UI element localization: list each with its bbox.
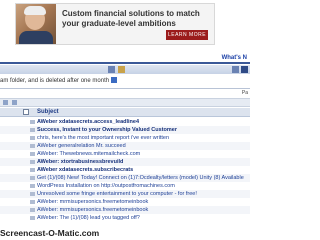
- message-list: AWeber xdatasecrets.access_leadline4 Suc…: [0, 118, 250, 222]
- envelope-icon: [30, 176, 35, 180]
- divider: [0, 88, 250, 89]
- list-item[interactable]: chris, here's the most important report …: [0, 134, 250, 142]
- help-icon[interactable]: [241, 66, 248, 73]
- list-item[interactable]: WordPress Installation on http://outpost…: [0, 182, 250, 190]
- message-subject[interactable]: chris, here's the most important report …: [37, 134, 169, 142]
- settings-icon[interactable]: [232, 66, 239, 73]
- delete-icon[interactable]: [12, 100, 17, 105]
- list-item[interactable]: AWeber: xtortrabusinessbrevuild: [0, 158, 250, 166]
- envelope-icon: [30, 168, 35, 172]
- list-item[interactable]: AWeber: Thewebnews.mitemailcheck.com: [0, 150, 250, 158]
- spam-folder-notice-text: am folder, and is deleted after one mont…: [0, 78, 110, 84]
- message-subject[interactable]: WordPress Installation on http://outpost…: [37, 182, 175, 190]
- spam-folder-notice: am folder, and is deleted after one mont…: [0, 77, 118, 84]
- message-subject[interactable]: AWeber xdatasecrets.access_leadline4: [37, 118, 139, 126]
- envelope-icon: [30, 216, 35, 220]
- envelope-icon: [30, 136, 35, 140]
- envelope-icon: [30, 144, 35, 148]
- message-subject[interactable]: AWeber xdatasecrets.subscribecrats: [37, 166, 133, 174]
- list-item[interactable]: AWeber: mrmisupersonics.freemetomeinbook: [0, 198, 250, 206]
- screencast-watermark: Screencast-O-Matic.com: [0, 228, 100, 238]
- ad-banner-area: Custom financial solutions to match your…: [0, 0, 250, 48]
- message-subject[interactable]: AWeber: Thewebnews.mitemailcheck.com: [37, 150, 140, 158]
- list-item[interactable]: AWeber xdatasecrets.subscribecrats: [0, 166, 250, 174]
- select-all-checkbox[interactable]: [23, 109, 29, 115]
- folder-icon[interactable]: [118, 66, 125, 73]
- envelope-icon: [30, 152, 35, 156]
- list-item[interactable]: Success, Instant to your Ownership Value…: [0, 126, 250, 134]
- envelope-icon: [30, 184, 35, 188]
- subject-column-header[interactable]: Subject: [37, 108, 59, 116]
- message-subject[interactable]: AWeber: mrmisupersonics.freemetomeinbook: [37, 198, 148, 206]
- ad-photo: [16, 4, 56, 44]
- list-item[interactable]: Get (1)/(08) New! Today! Connect on (1)7…: [0, 174, 250, 182]
- calendar-icon[interactable]: [111, 77, 118, 83]
- list-item[interactable]: Unresolved some fringe entertainment to …: [0, 190, 250, 198]
- envelope-icon: [30, 120, 35, 124]
- message-subject[interactable]: AWeber: mrmisupersonics.freemetomeinbook: [37, 206, 148, 214]
- list-header: Subject: [0, 108, 250, 117]
- pager-label[interactable]: Pa: [242, 90, 248, 96]
- whats-new-link[interactable]: What's N: [222, 55, 247, 61]
- list-item[interactable]: AWeber: mrmisupersonics.freemetomeinbook: [0, 206, 250, 214]
- ad-banner[interactable]: Custom financial solutions to match your…: [15, 3, 215, 45]
- message-subject[interactable]: AWeber: The (1)/(08) lead you tagged off…: [37, 214, 140, 222]
- message-subject[interactable]: Unresolved some fringe entertainment to …: [37, 190, 197, 198]
- envelope-icon: [30, 208, 35, 212]
- nav-bar: [0, 65, 250, 74]
- message-subject[interactable]: AWeber: xtortrabusinessbrevuild: [37, 158, 123, 166]
- message-subject[interactable]: Get (1)/(08) New! Today! Connect on (1)7…: [37, 174, 244, 182]
- compose-icon[interactable]: [108, 66, 115, 73]
- checkbox-icon[interactable]: [3, 100, 8, 105]
- envelope-icon: [30, 200, 35, 204]
- list-item[interactable]: AWeber: The (1)/(08) lead you tagged off…: [0, 214, 250, 222]
- ad-headline: Custom financial solutions to match your…: [62, 9, 200, 28]
- envelope-icon: [30, 160, 35, 164]
- message-subject[interactable]: Success, Instant to your Ownership Value…: [37, 126, 177, 134]
- header-rule: [0, 62, 250, 64]
- message-toolbar: [0, 98, 250, 107]
- envelope-icon: [30, 192, 35, 196]
- learn-more-button[interactable]: LEARN MORE: [166, 30, 208, 40]
- list-item[interactable]: AWeber generalrelation Mr. succeed: [0, 142, 250, 150]
- envelope-icon: [30, 128, 35, 132]
- message-subject[interactable]: AWeber generalrelation Mr. succeed: [37, 142, 126, 150]
- list-item[interactable]: AWeber xdatasecrets.access_leadline4: [0, 118, 250, 126]
